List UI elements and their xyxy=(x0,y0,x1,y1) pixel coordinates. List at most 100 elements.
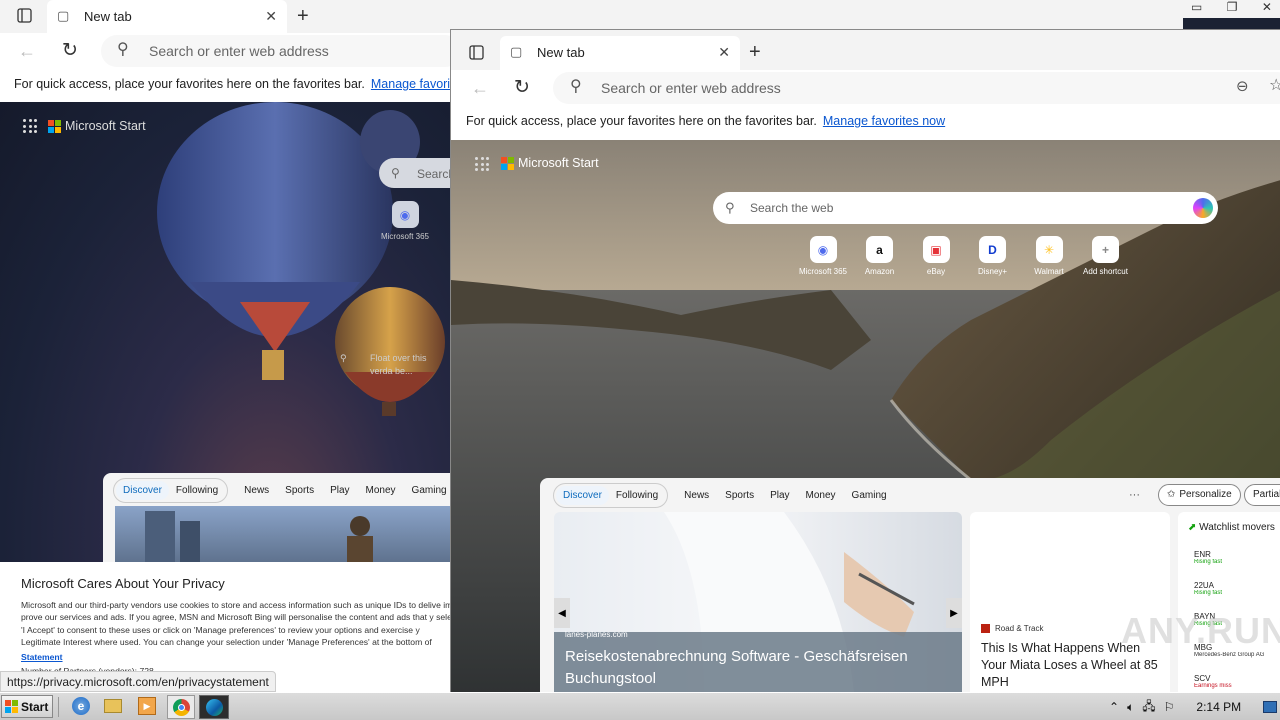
feed-tab-sports[interactable]: Sports xyxy=(725,490,754,501)
feed-tab-news[interactable]: News xyxy=(244,485,269,496)
microsoft-start-brand[interactable]: Microsoft Start xyxy=(501,156,599,170)
caption-text: Float over this verda be... xyxy=(370,353,427,376)
partial-button[interactable]: Partial xyxy=(1244,484,1280,506)
privacy-body: Microsoft and our third-party vendors us… xyxy=(21,600,450,647)
stock-symbol: ENR xyxy=(1194,550,1211,559)
watchlist-header: ⬈ Watchlist movers xyxy=(1188,522,1275,533)
close-tab-icon[interactable]: ✕ xyxy=(265,8,277,25)
close-window-icon[interactable]: ✕ xyxy=(1262,0,1272,18)
feed-toggle: Discover Following xyxy=(113,478,229,503)
feed-tab-discover[interactable]: Discover xyxy=(116,481,169,500)
volume-icon[interactable]: 🔈︎ xyxy=(1127,700,1134,715)
media-player-icon[interactable]: ▶ xyxy=(138,697,156,715)
feed-tab-following[interactable]: Following xyxy=(609,486,665,505)
shortcut-ebay[interactable]: ▣ eBay xyxy=(910,236,962,276)
address-bar[interactable]: ⚲ Search or enter web address xyxy=(101,35,450,67)
action-center-flag-icon[interactable]: ⚐ xyxy=(1164,700,1175,714)
tab-actions-icon[interactable] xyxy=(17,8,32,27)
feed-tab-play[interactable]: Play xyxy=(770,490,789,501)
favorites-hint: For quick access, place your favorites h… xyxy=(466,114,817,128)
shortcut-label: eBay xyxy=(926,267,946,276)
add-shortcut-icon: + xyxy=(1092,236,1119,263)
new-tab-plus-icon[interactable]: + xyxy=(297,6,309,26)
hero-title: Reisekostenabrechnung Software - Geschäf… xyxy=(565,648,908,687)
chrome-taskbar-button[interactable] xyxy=(167,695,195,719)
more-options-button[interactable]: ··· xyxy=(1129,489,1140,501)
tab-actions-icon[interactable] xyxy=(469,45,484,64)
back-arrow-icon[interactable]: ← xyxy=(18,42,36,60)
shortcut-label: Disney+ xyxy=(977,267,1008,276)
manage-favorites-link[interactable]: Manage favorites n xyxy=(371,77,450,91)
carousel-prev-icon[interactable]: ◀ xyxy=(554,598,570,628)
manage-favorites-link[interactable]: Manage favorites now xyxy=(823,114,945,128)
shortcut-add-shortcut[interactable]: + Add shortcut xyxy=(1080,236,1132,276)
feed-tab-sports[interactable]: Sports xyxy=(285,485,314,496)
shortcut-microsoft-365[interactable]: ◉ Microsoft 365 xyxy=(379,201,431,241)
privacy-statement-link[interactable]: Statement xyxy=(21,652,63,662)
tab-new-tab[interactable]: ▢ New tab ✕ xyxy=(500,36,740,70)
favorites-hint: For quick access, place your favorites h… xyxy=(14,77,365,91)
minimize-icon[interactable]: ▭ xyxy=(1191,0,1202,18)
start-button[interactable]: Start xyxy=(1,695,53,718)
zoom-icon[interactable]: ⊖ xyxy=(1236,79,1249,94)
window-controls: ▭ ❐ ✕ xyxy=(1183,0,1280,18)
show-desktop-icon[interactable] xyxy=(1263,701,1278,713)
clock[interactable]: 2:14 PM xyxy=(1196,700,1241,714)
windows-logo-icon xyxy=(5,700,18,713)
personalize-button[interactable]: ✩ Personalize xyxy=(1158,484,1241,506)
favorite-star-icon[interactable]: ☆ xyxy=(1269,78,1280,94)
shortcut-disney-[interactable]: D Disney+ xyxy=(967,236,1019,276)
close-tab-icon[interactable]: ✕ xyxy=(718,44,730,61)
front-browser-window: ▢ New tab ✕ + ← ↻ ⚲ Search or enter web … xyxy=(450,29,1280,692)
watchlist-item[interactable]: 22UA Rising fast xyxy=(1194,581,1280,596)
feed-tab-money[interactable]: Money xyxy=(366,485,396,496)
apps-launcher-icon[interactable] xyxy=(23,119,37,133)
shortcut-amazon[interactable]: a Amazon xyxy=(854,236,906,276)
web-search-box[interactable]: ⚲ Search the web xyxy=(713,192,1218,224)
search-placeholder: Search the web xyxy=(750,201,834,215)
image-caption: ⚲ Float over this verda be... xyxy=(340,352,450,378)
tab-new-tab[interactable]: ▢ New tab ✕ xyxy=(47,0,287,33)
search-icon: ⚲ xyxy=(117,41,129,58)
apps-launcher-icon[interactable] xyxy=(475,157,489,171)
news-card[interactable]: Road & Track This Is What Happens When Y… xyxy=(970,512,1170,692)
refresh-icon[interactable]: ↻ xyxy=(514,78,530,97)
back-arrow-icon[interactable]: ← xyxy=(471,79,489,97)
address-bar[interactable]: ⚲ Search or enter web address ⊖ ☆ xyxy=(553,72,1280,104)
restore-icon[interactable]: ❐ xyxy=(1227,0,1238,18)
carousel-next-icon[interactable]: ▶ xyxy=(946,598,962,628)
shortcut-label: Amazon xyxy=(864,267,895,276)
taskbar-divider xyxy=(58,697,62,717)
internet-explorer-icon[interactable]: e xyxy=(72,697,90,715)
network-icon[interactable]: 🖧︎ xyxy=(1142,697,1155,718)
hero-news-card[interactable]: ◀ ▶ lanes-planes.com Reisekostenabrechnu… xyxy=(554,512,962,692)
feed-tab-news[interactable]: News xyxy=(684,490,709,501)
edge-taskbar-button[interactable] xyxy=(199,695,229,719)
watchlist-item[interactable]: SCV Earnings miss xyxy=(1194,674,1280,689)
tab-page-icon: ▢ xyxy=(510,44,523,59)
amazon-icon: a xyxy=(866,236,893,263)
watchlist-item[interactable]: ENR Rising fast xyxy=(1194,550,1280,565)
shortcut-walmart[interactable]: ✳ Walmart xyxy=(1023,236,1075,276)
show-hidden-icons-icon[interactable]: ⌃ xyxy=(1109,700,1119,714)
feed-nav: Discover Following News Sports Play Money Gami… xyxy=(553,483,887,508)
walmart-icon: ✳ xyxy=(1035,236,1063,263)
feed-tab-gaming[interactable]: Gaming xyxy=(412,485,447,496)
start-label: Start xyxy=(21,699,49,714)
new-tab-plus-icon[interactable]: + xyxy=(749,42,761,62)
copilot-icon[interactable] xyxy=(1193,198,1213,218)
feed-tab-following[interactable]: Following xyxy=(169,481,225,500)
feed-tab-gaming[interactable]: Gaming xyxy=(852,490,887,501)
file-explorer-icon[interactable] xyxy=(104,699,122,713)
feed-tab-money[interactable]: Money xyxy=(806,490,836,501)
shortcut-microsoft-365[interactable]: ◉ Microsoft 365 xyxy=(797,236,849,276)
web-search-box[interactable]: ⚲ Search xyxy=(379,158,450,188)
microsoft-365-icon: ◉ xyxy=(391,201,419,228)
feed-tab-play[interactable]: Play xyxy=(330,485,349,496)
search-icon: ⚲ xyxy=(391,166,400,180)
feed-tab-discover[interactable]: Discover xyxy=(556,486,609,505)
microsoft-start-brand[interactable]: Microsoft Start xyxy=(48,119,146,133)
ebay-icon: ▣ xyxy=(922,236,950,263)
watchlist-card[interactable]: ⬈ Watchlist movers ENR Rising fast 22UA Ris… xyxy=(1178,512,1280,692)
refresh-icon[interactable]: ↻ xyxy=(62,41,78,60)
